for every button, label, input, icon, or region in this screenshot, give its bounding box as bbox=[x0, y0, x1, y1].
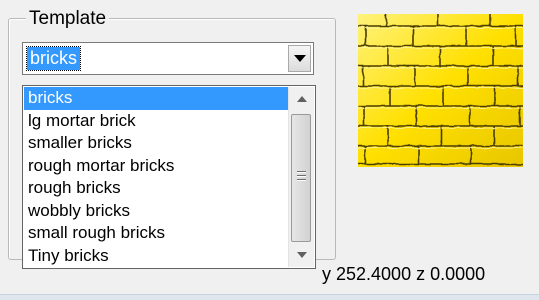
vertical-scrollbar[interactable] bbox=[288, 87, 314, 267]
template-group-title: Template bbox=[26, 8, 110, 30]
grip-line bbox=[297, 179, 306, 180]
list-item[interactable]: rough bricks bbox=[24, 177, 288, 200]
list-item[interactable]: lg mortar brick bbox=[24, 110, 288, 133]
template-dropdown-list[interactable]: bricks lg mortar brick smaller bricks ro… bbox=[22, 85, 316, 269]
list-item[interactable]: rough mortar bricks bbox=[24, 155, 288, 178]
scroll-down-arrow-icon[interactable] bbox=[296, 252, 307, 258]
list-item[interactable]: small rough bricks bbox=[24, 222, 288, 245]
scrollbar-thumb[interactable] bbox=[291, 114, 311, 242]
brick-texture-image bbox=[358, 14, 523, 167]
chevron-down-icon bbox=[293, 55, 306, 62]
list-item[interactable]: wobbly bricks bbox=[24, 200, 288, 223]
scroll-up-arrow-icon[interactable] bbox=[296, 96, 307, 102]
combo-dropdown-button[interactable] bbox=[288, 45, 311, 72]
grip-line bbox=[297, 171, 306, 172]
list-item[interactable]: Tiny bricks bbox=[24, 245, 288, 268]
template-combobox[interactable]: bricks bbox=[22, 42, 314, 75]
bottom-divider bbox=[0, 294, 539, 300]
grip-line bbox=[297, 175, 306, 176]
combo-selected-text: bricks bbox=[25, 46, 82, 71]
coordinates-readout: y 252.4000 z 0.0000 bbox=[322, 264, 486, 284]
list-item[interactable]: bricks bbox=[24, 87, 288, 110]
texture-preview bbox=[358, 14, 523, 167]
dropdown-items: bricks lg mortar brick smaller bricks ro… bbox=[24, 87, 288, 267]
list-item[interactable]: smaller bricks bbox=[24, 132, 288, 155]
